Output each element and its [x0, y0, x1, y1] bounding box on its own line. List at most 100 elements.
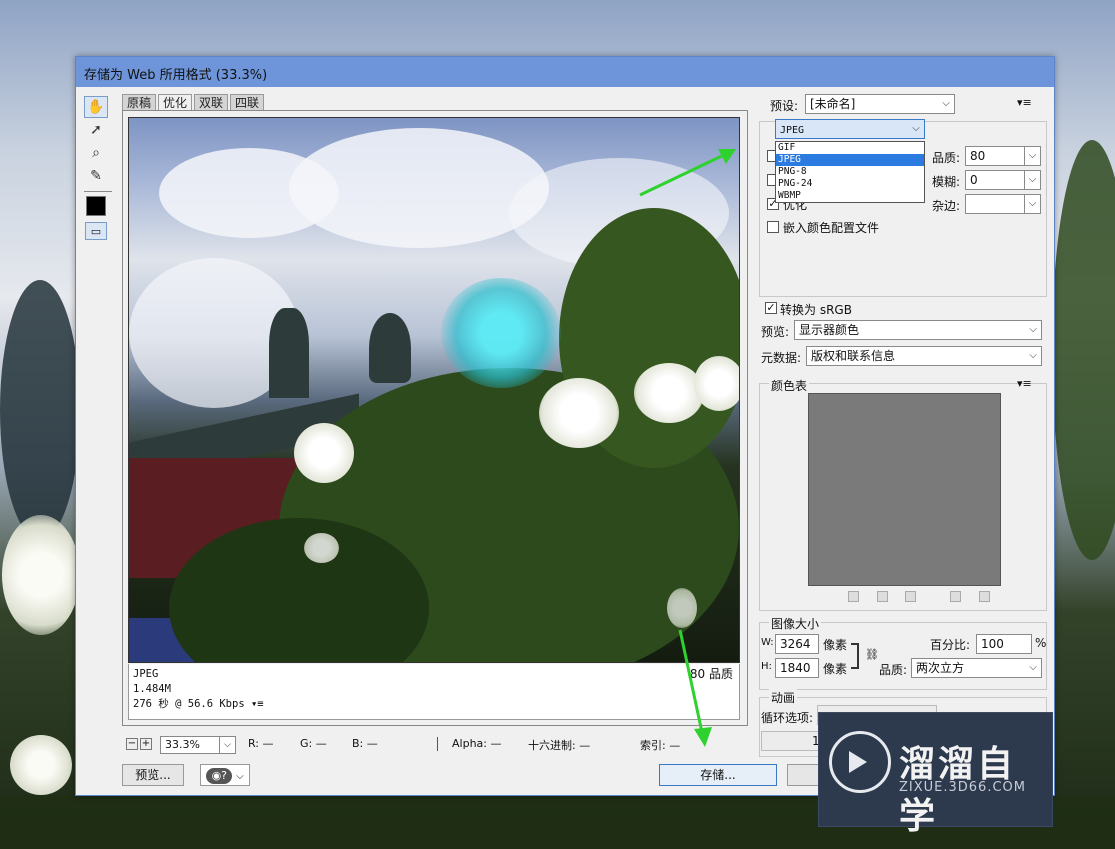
status-r: R: —	[248, 737, 274, 750]
color-table[interactable]	[808, 393, 1001, 586]
percent-unit: %	[1035, 636, 1047, 650]
chevron-down-icon: ⌵	[1029, 324, 1037, 335]
panel-menu-icon[interactable]: ▾≡	[1017, 96, 1032, 109]
resample-quality-select[interactable]: 两次立方 ⌵	[911, 658, 1042, 678]
new-color-icon[interactable]	[950, 591, 961, 602]
convert-srgb-checkbox[interactable]: ✓	[765, 302, 777, 314]
metadata-label: 元数据:	[761, 351, 802, 365]
format-option-png8[interactable]: PNG-8	[776, 166, 924, 178]
width-value: 3264	[780, 637, 811, 651]
constrain-bracket	[851, 643, 859, 669]
preset-select[interactable]: [未命名] ⌵	[805, 94, 955, 114]
resample-quality-value: 两次立方	[916, 661, 965, 675]
annotation-arrow-icon	[678, 629, 712, 747]
chevron-down-icon: ⌵	[219, 737, 235, 753]
dialog-title: 存储为 Web 所用格式 (33.3%)	[84, 68, 268, 83]
hydrangea-flower	[667, 588, 697, 628]
tool-divider	[84, 191, 112, 192]
quality-label: 品质:	[932, 151, 961, 165]
height-value: 1840	[780, 661, 811, 675]
dialog-title-bar[interactable]: 存储为 Web 所用格式 (33.3%)	[76, 57, 1054, 87]
eyedropper-tool-icon[interactable]: ✎	[84, 165, 108, 187]
preview-color-select[interactable]: 显示器颜色 ⌵	[794, 320, 1042, 340]
cloud	[289, 128, 549, 248]
browser-preview-select[interactable]: ◉? ⌵	[200, 764, 250, 786]
status-hex: 十六进制: —	[528, 739, 591, 752]
format-option-png24[interactable]: PNG-24	[776, 178, 924, 190]
tab-original[interactable]: 原稿	[122, 94, 157, 110]
web-shift-icon[interactable]	[877, 591, 888, 602]
info-format: JPEG	[133, 668, 159, 680]
save-for-web-dialog: 存储为 Web 所用格式 (33.3%) ✋ ➚ ⌕ ✎ ▭ 原稿 优化 双联 …	[75, 56, 1055, 796]
color-table-menu-icon[interactable]: ▾≡	[1017, 377, 1032, 390]
blur-value: 0	[970, 173, 978, 187]
pavilion-finial	[369, 313, 411, 383]
format-option-wbmp[interactable]: WBMP	[776, 190, 924, 202]
toggle-slices-visibility-icon[interactable]: ▭	[85, 222, 107, 240]
status-b: B: —	[352, 737, 378, 750]
download-rate-menu-icon[interactable]: ▾≡	[251, 698, 264, 710]
map-color-icon[interactable]	[848, 591, 859, 602]
chevron-down-icon: ⌵	[1024, 171, 1040, 189]
quality-value: 80	[970, 149, 986, 163]
tab-4-up[interactable]: 四联	[230, 94, 265, 110]
image-size-group	[759, 622, 1047, 690]
blur-field[interactable]: 0 ⌵	[965, 170, 1041, 190]
format-option-gif[interactable]: GIF	[776, 142, 924, 154]
loop-options-label: 循环选项:	[761, 711, 814, 725]
chain-link-icon[interactable]: ⛓	[865, 648, 879, 661]
matte-select[interactable]: ⌵	[965, 194, 1041, 214]
pavilion-roof-ridge	[269, 308, 309, 398]
zoom-tool-icon[interactable]: ⌕	[84, 142, 108, 164]
chevron-down-icon: ⌵	[942, 98, 950, 109]
preview-button[interactable]: 预览...	[122, 764, 184, 786]
metadata-value: 版权和联系信息	[811, 349, 896, 363]
width-field[interactable]: 3264	[775, 634, 819, 654]
preview-label: 预览:	[761, 325, 790, 339]
image-size-title: 图像大小	[769, 615, 822, 632]
resample-quality-label: 品质:	[879, 663, 908, 677]
metadata-select[interactable]: 版权和联系信息 ⌵	[806, 346, 1042, 366]
hydrangea-flower	[294, 423, 354, 483]
status-divider	[437, 737, 438, 751]
quality-field[interactable]: 80 ⌵	[965, 146, 1041, 166]
chevron-down-icon: ⌵	[1024, 147, 1040, 165]
preset-value: [未命名]	[810, 97, 856, 111]
width-unit: 像素	[823, 638, 848, 652]
percent-field[interactable]: 100	[976, 634, 1032, 654]
preset-label: 预设:	[770, 99, 799, 113]
slice-select-tool-icon[interactable]: ➚	[84, 119, 108, 141]
height-unit: 像素	[823, 662, 848, 676]
embed-profile-checkbox[interactable]	[767, 221, 779, 233]
file-format-value: JPEG	[780, 125, 805, 136]
hand-tool-icon[interactable]: ✋	[84, 96, 108, 118]
background-flower	[2, 515, 80, 635]
percent-value: 100	[981, 637, 1004, 651]
percent-label: 百分比:	[930, 638, 971, 652]
height-field[interactable]: 1840	[775, 658, 819, 678]
browser-icon: ◉?	[206, 767, 233, 784]
view-tabs: 原稿 优化 双联 四联	[122, 94, 265, 110]
eyedropper-color-swatch[interactable]	[86, 196, 106, 216]
format-option-jpeg[interactable]: JPEG	[776, 154, 924, 166]
height-label: H:	[761, 661, 772, 672]
glow-effect	[441, 278, 561, 388]
embed-profile-label: 嵌入颜色配置文件	[783, 221, 880, 235]
zoom-level-select[interactable]: 33.3% ⌵	[160, 736, 236, 754]
zoom-in-button[interactable]: +	[140, 738, 152, 750]
status-bar: − + 33.3% ⌵ R: — G: — B: — Alpha: — 十六进制…	[122, 733, 748, 755]
trash-icon[interactable]	[979, 591, 990, 602]
background-flower	[10, 735, 72, 795]
file-format-select[interactable]: JPEG ⌵	[775, 119, 925, 139]
hydrangea-flower	[304, 533, 339, 563]
chevron-down-icon: ⌵	[236, 771, 244, 782]
animation-title: 动画	[769, 689, 798, 706]
background-building	[0, 280, 80, 540]
blur-label: 模糊:	[932, 175, 961, 189]
lock-color-icon[interactable]	[905, 591, 916, 602]
zoom-level-value: 33.3%	[165, 738, 200, 751]
zoom-out-button[interactable]: −	[126, 738, 138, 750]
tab-2-up[interactable]: 双联	[194, 94, 229, 110]
tab-optimized[interactable]: 优化	[158, 94, 193, 110]
watermark-logo: 溜溜自学 ZIXUE.3D66.COM	[818, 712, 1053, 837]
